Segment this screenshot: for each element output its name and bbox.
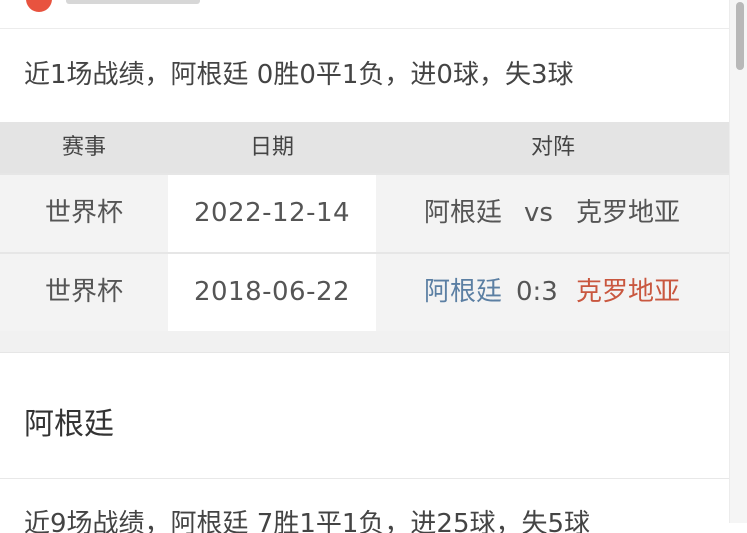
header-date: 日期 bbox=[249, 135, 294, 160]
cell-event: 世界杯 bbox=[44, 277, 123, 307]
top-header-strip bbox=[0, 0, 730, 29]
home-team: 阿根廷 bbox=[424, 277, 503, 307]
away-team: 克罗地亚 bbox=[576, 198, 681, 228]
cell-date: 2018-06-22 bbox=[168, 254, 376, 331]
score: 0:3 bbox=[516, 277, 558, 307]
team-section-header: 阿根廷 bbox=[0, 353, 730, 479]
cell-date: 2022-12-14 bbox=[168, 175, 376, 252]
match-table: 赛事 日期 对阵 世界杯 2022-12-14 阿根廷 vs 克罗地亚 世界杯 … bbox=[0, 122, 730, 331]
recent-form-summary: 近9场战绩，阿根廷 7胜1平1负，进25球，失5球 bbox=[0, 503, 730, 533]
header-event: 赛事 bbox=[61, 135, 106, 160]
cell-event: 世界杯 bbox=[44, 198, 123, 228]
team-title: 阿根廷 bbox=[24, 407, 114, 442]
cell-matchup: 阿根廷 vs 克罗地亚 bbox=[376, 175, 730, 252]
header-title-cropped bbox=[66, 0, 200, 4]
summary-text: 近1场战绩，阿根廷 0胜0平1负，进0球，失3球 bbox=[24, 60, 574, 90]
head-to-head-summary: 近1场战绩，阿根廷 0胜0平1负，进0球，失3球 bbox=[0, 54, 730, 100]
scrollbar-thumb[interactable] bbox=[736, 2, 744, 70]
vertical-scrollbar[interactable] bbox=[729, 0, 747, 523]
home-team: 阿根廷 bbox=[424, 198, 503, 228]
team-logo-icon bbox=[26, 0, 52, 12]
section-divider bbox=[0, 331, 730, 353]
summary2-text: 近9场战绩，阿根廷 7胜1平1负，进25球，失5球 bbox=[24, 509, 591, 533]
table-row[interactable]: 世界杯 2022-12-14 阿根廷 vs 克罗地亚 bbox=[0, 173, 730, 252]
table-header: 赛事 日期 对阵 bbox=[0, 122, 730, 173]
cell-matchup: 阿根廷 0:3 克罗地亚 bbox=[376, 254, 730, 331]
table-row[interactable]: 世界杯 2018-06-22 阿根廷 0:3 克罗地亚 bbox=[0, 252, 730, 331]
header-matchup: 对阵 bbox=[530, 135, 575, 160]
versus-label: vs bbox=[524, 198, 553, 228]
away-team: 克罗地亚 bbox=[576, 277, 681, 307]
